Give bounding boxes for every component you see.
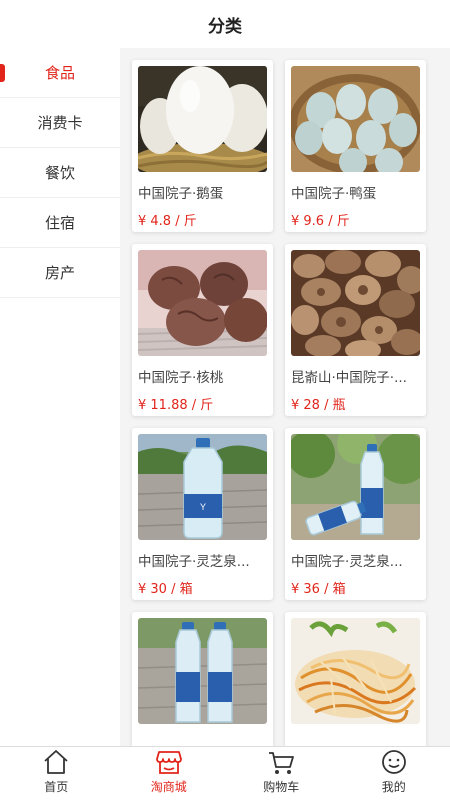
- tab-cart[interactable]: 购物车: [225, 747, 338, 800]
- tab-store[interactable]: 淘商城: [113, 747, 226, 800]
- product-price: ¥ 9.6 / 斤: [291, 214, 350, 229]
- sidebar-item-label: 消费卡: [37, 114, 83, 132]
- tab-label: 购物车: [263, 780, 300, 794]
- cart-icon: [269, 752, 295, 774]
- walnuts-image: [138, 250, 267, 356]
- water-bottles-image: [291, 434, 420, 540]
- svg-text:Y: Y: [200, 502, 206, 512]
- tab-label: 首页: [44, 780, 69, 794]
- dried-slices-image: [291, 250, 420, 356]
- product-price: ¥ 4.8 / 斤: [138, 214, 197, 229]
- product-card[interactable]: 昆嵛山·中国院子·... ¥ 28 / 瓶: [285, 244, 426, 416]
- product-card[interactable]: 中国院子·鸭蛋 ¥ 9.6 / 斤: [285, 60, 426, 232]
- product-card[interactable]: 中国院子·鹅蛋 ¥ 4.8 / 斤: [132, 60, 273, 232]
- shredded-food-image: [291, 618, 420, 724]
- sidebar-item-dining[interactable]: 餐饮: [0, 148, 120, 198]
- tab-profile[interactable]: 我的: [338, 747, 450, 800]
- product-card[interactable]: [285, 612, 426, 746]
- product-title: 中国院子·灵芝泉...: [291, 554, 403, 570]
- page-title: 分类: [208, 16, 242, 37]
- category-sidebar: 食品 消费卡 餐饮 住宿 房产: [0, 48, 120, 746]
- product-card[interactable]: 中国院子·灵芝泉... ¥ 36 / 箱: [285, 428, 426, 600]
- home-icon: [44, 750, 68, 774]
- bottom-tab-bar: 首页 淘商城 购物车 我的: [0, 746, 450, 800]
- product-title: 昆嵛山·中国院子·...: [291, 370, 407, 386]
- water-bottle-large-image: Y: [138, 434, 267, 540]
- sidebar-item-lodging[interactable]: 住宿: [0, 198, 120, 248]
- product-title: 中国院子·核桃: [138, 370, 224, 386]
- product-title: 中国院子·鹅蛋: [138, 186, 224, 202]
- tab-home[interactable]: 首页: [0, 747, 113, 800]
- product-title: 中国院子·灵芝泉...: [138, 554, 250, 570]
- tab-label: 我的: [381, 780, 406, 794]
- product-price: ¥ 36 / 箱: [291, 582, 346, 597]
- sidebar-item-label: 房产: [44, 264, 75, 282]
- product-grid: 中国院子·鹅蛋 ¥ 4.8 / 斤 中国院子·鸭蛋 ¥ 9.6 / 斤 中国院子…: [132, 60, 442, 746]
- duck-eggs-image: [291, 66, 420, 172]
- product-list-area[interactable]: 中国院子·鹅蛋 ¥ 4.8 / 斤 中国院子·鸭蛋 ¥ 9.6 / 斤 中国院子…: [120, 48, 450, 746]
- product-card[interactable]: 中国院子·核桃 ¥ 11.88 / 斤: [132, 244, 273, 416]
- tab-label: 淘商城: [150, 780, 187, 794]
- store-icon: [155, 751, 182, 774]
- sidebar-item-consumer-card[interactable]: 消费卡: [0, 98, 120, 148]
- product-price: ¥ 28 / 瓶: [291, 398, 346, 413]
- product-price: ¥ 11.88 / 斤: [138, 398, 214, 413]
- active-indicator: [0, 64, 5, 82]
- profile-icon: [381, 750, 406, 774]
- goose-eggs-image: [138, 66, 267, 172]
- product-card[interactable]: Y 中国院子·灵芝泉... ¥ 30 / 箱: [132, 428, 273, 600]
- app-root: 分类 食品 消费卡 餐饮 住宿 房产 中国院子·鹅蛋 ¥ 4.8 / 斤 中国院…: [0, 0, 450, 800]
- product-card[interactable]: [132, 612, 273, 746]
- product-price: ¥ 30 / 箱: [138, 582, 193, 597]
- sidebar-item-label: 住宿: [44, 214, 75, 232]
- sidebar-item-real-estate[interactable]: 房产: [0, 248, 120, 298]
- product-title: 中国院子·鸭蛋: [291, 186, 377, 202]
- header: 分类: [0, 0, 450, 48]
- sidebar-item-food[interactable]: 食品: [0, 48, 120, 98]
- water-bottles-pair-image: [138, 618, 267, 724]
- sidebar-item-label: 餐饮: [44, 164, 75, 182]
- sidebar-item-label: 食品: [44, 64, 75, 82]
